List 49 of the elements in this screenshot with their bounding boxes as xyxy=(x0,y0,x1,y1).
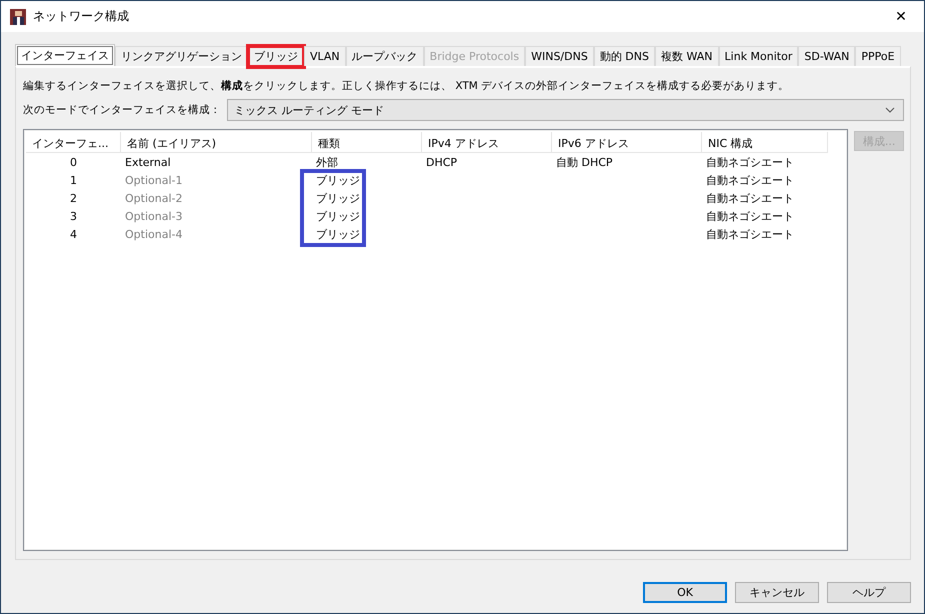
table-cell: 自動ネゴシエート xyxy=(706,174,794,186)
table-cell: 自動ネゴシエート xyxy=(706,192,794,204)
table-cell: 3 xyxy=(70,210,77,222)
column-header[interactable]: 種類 xyxy=(312,132,422,153)
tab[interactable]: インターフェイス xyxy=(15,44,115,66)
table-cell: 1 xyxy=(70,174,77,186)
tab[interactable]: SD-WAN xyxy=(798,46,856,66)
table-cell: Optional-4 xyxy=(125,228,182,240)
tab[interactable]: 動的 DNS xyxy=(594,46,655,66)
mode-dropdown[interactable]: ミックス ルーティング モード xyxy=(227,99,904,121)
tab[interactable]: 複数 WAN xyxy=(655,46,719,66)
column-header[interactable]: IPv4 アドレス xyxy=(422,132,552,153)
app-icon xyxy=(10,8,26,24)
table-cell: DHCP xyxy=(426,156,458,168)
window-title: ネットワーク構成 xyxy=(33,8,129,25)
mode-label: 次のモードでインターフェイスを構成： xyxy=(23,103,221,117)
table-cell: 自動ネゴシエート xyxy=(706,210,794,222)
dialog-button[interactable]: OK xyxy=(643,582,727,603)
table-cell: 2 xyxy=(70,192,77,204)
table-cell: 自動ネゴシエート xyxy=(706,228,794,240)
dialog-button[interactable]: ヘルプ xyxy=(827,582,911,603)
column-header[interactable]: NIC 構成 xyxy=(702,132,828,153)
table-cell: 0 xyxy=(70,156,77,168)
dialog-button[interactable]: キャンセル xyxy=(735,582,819,603)
tab[interactable]: ブリッジ xyxy=(248,46,304,66)
table-cell: ブリッジ xyxy=(316,192,360,204)
table-cell: 自動ネゴシエート xyxy=(706,156,794,168)
table-cell: 外部 xyxy=(316,156,338,168)
instruction-text: 編集するインターフェイスを選択して、構成をクリックします。正しく操作するには、 XTM デバイスの外部インターフェイスを構成する必要があります。 xyxy=(23,79,790,93)
tab[interactable]: VLAN xyxy=(304,46,346,66)
table-cell: External xyxy=(125,156,171,168)
table-cell: Optional-2 xyxy=(125,192,182,204)
tab[interactable]: PPPoE xyxy=(855,46,901,66)
table-cell: Optional-1 xyxy=(125,174,182,186)
table-cell: 4 xyxy=(70,228,77,240)
chevron-icon xyxy=(885,107,895,113)
column-header[interactable]: IPv6 アドレス xyxy=(552,132,702,153)
tab[interactable]: Link Monitor xyxy=(718,46,798,66)
tab[interactable]: ループバック xyxy=(346,46,424,66)
close-button[interactable]: ✕ xyxy=(878,1,924,32)
tab[interactable]: リンクアグリゲーション xyxy=(115,46,248,66)
table-cell: ブリッジ xyxy=(316,228,360,240)
table-cell: 自動 DHCP xyxy=(556,156,613,168)
column-header[interactable]: インターフェ... xyxy=(26,132,121,153)
tab[interactable]: WINS/DNS xyxy=(525,46,594,66)
table-cell: ブリッジ xyxy=(316,174,360,186)
table-cell: ブリッジ xyxy=(316,210,360,222)
column-header[interactable]: 名前 (エイリアス) xyxy=(121,132,312,153)
table-cell: Optional-3 xyxy=(125,210,182,222)
